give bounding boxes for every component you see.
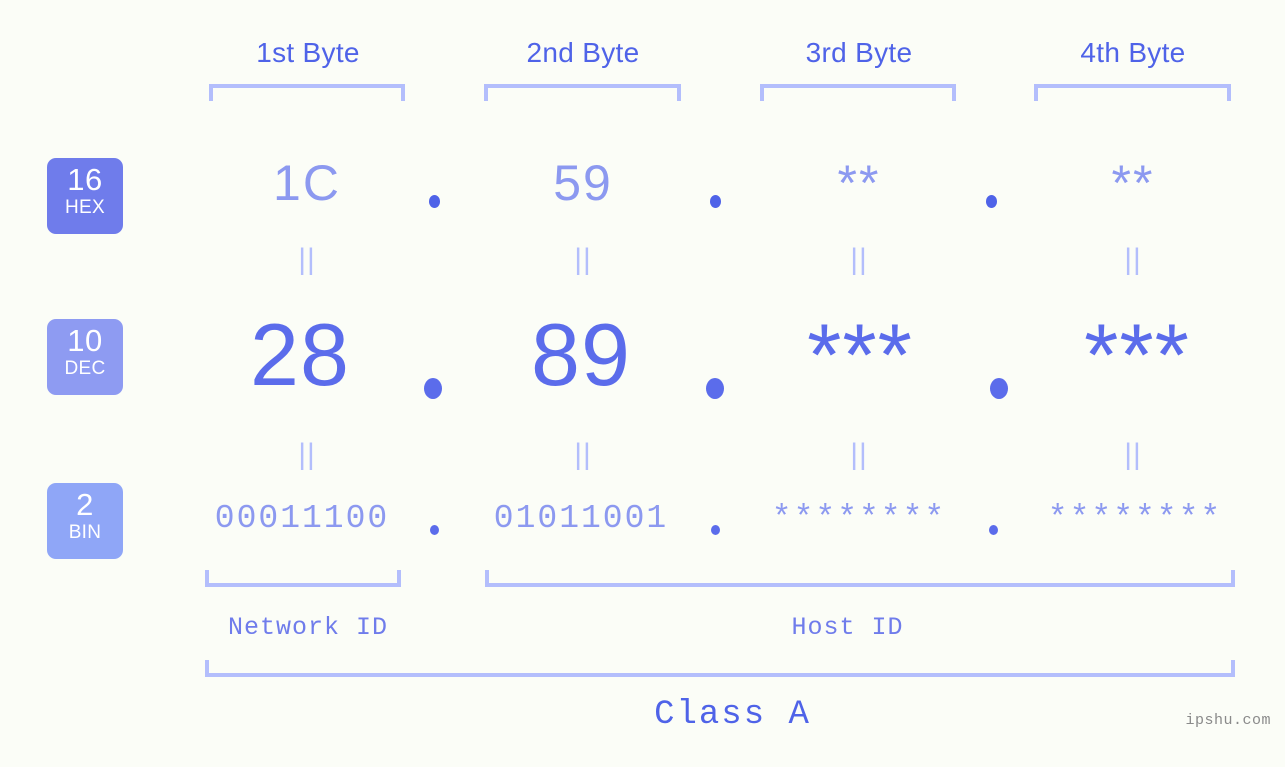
equals-connector-1-4: || bbox=[1124, 243, 1142, 276]
bin-byte-4: ******** bbox=[1047, 500, 1223, 537]
byte-bracket-1 bbox=[209, 84, 405, 101]
byte-header-1: 1st Byte bbox=[256, 37, 360, 68]
base-badge-dec-number: 10 bbox=[67, 323, 103, 358]
hex-byte-3: ** bbox=[837, 155, 881, 211]
byte-header-4: 4th Byte bbox=[1080, 37, 1186, 68]
ip-byte-diagram: 1st Byte 2nd Byte 3rd Byte 4th Byte 16 H… bbox=[0, 0, 1285, 767]
hex-separator-2 bbox=[710, 195, 721, 208]
dec-byte-2: 89 bbox=[531, 305, 631, 404]
class-label: Class A bbox=[654, 696, 811, 734]
byte-header-2: 2nd Byte bbox=[526, 37, 640, 68]
byte-header-3: 3rd Byte bbox=[805, 37, 913, 68]
equals-connector-2-3: || bbox=[850, 438, 868, 471]
bin-byte-3: ******** bbox=[771, 500, 947, 537]
base-badge-bin: 2 BIN bbox=[47, 483, 123, 559]
base-badge-hex-name: HEX bbox=[65, 197, 105, 218]
base-badge-dec-name: DEC bbox=[64, 358, 106, 379]
bin-byte-1: 00011100 bbox=[214, 500, 390, 537]
host-id-label: Host ID bbox=[791, 613, 904, 642]
base-badge-bin-name: BIN bbox=[68, 522, 102, 543]
dec-byte-4: *** bbox=[1084, 305, 1190, 404]
bin-byte-2: 01011001 bbox=[493, 500, 669, 537]
equals-connector-2-1: || bbox=[298, 438, 316, 471]
host-id-bracket bbox=[485, 570, 1235, 587]
dec-separator-3 bbox=[990, 378, 1008, 399]
base-badge-hex-number: 16 bbox=[67, 162, 103, 197]
dec-separator-1 bbox=[424, 378, 442, 399]
network-id-label: Network ID bbox=[227, 613, 389, 642]
hex-byte-4: ** bbox=[1111, 155, 1155, 211]
byte-bracket-3 bbox=[760, 84, 956, 101]
bin-separator-2 bbox=[711, 525, 720, 535]
bin-separator-3 bbox=[989, 525, 998, 535]
dec-separator-2 bbox=[706, 378, 724, 399]
hex-separator-3 bbox=[986, 195, 997, 208]
base-badge-bin-number: 2 bbox=[76, 487, 94, 522]
equals-connector-1-1: || bbox=[298, 243, 316, 276]
dec-byte-1: 28 bbox=[250, 305, 350, 404]
dec-byte-3: *** bbox=[807, 305, 913, 404]
class-bracket bbox=[205, 660, 1235, 677]
equals-connector-2-4: || bbox=[1124, 438, 1142, 471]
equals-connector-1-3: || bbox=[850, 243, 868, 276]
network-id-bracket bbox=[205, 570, 401, 587]
byte-bracket-4 bbox=[1034, 84, 1231, 101]
base-badge-hex: 16 HEX bbox=[47, 158, 123, 234]
hex-byte-1: 1C bbox=[273, 155, 341, 211]
base-badge-dec: 10 DEC bbox=[47, 319, 123, 395]
equals-connector-2-2: || bbox=[574, 438, 592, 471]
byte-bracket-2 bbox=[484, 84, 681, 101]
watermark: ipshu.com bbox=[1185, 712, 1271, 729]
equals-connector-1-2: || bbox=[574, 243, 592, 276]
hex-byte-2: 59 bbox=[553, 155, 613, 211]
hex-separator-1 bbox=[429, 195, 440, 208]
bin-separator-1 bbox=[430, 525, 439, 535]
